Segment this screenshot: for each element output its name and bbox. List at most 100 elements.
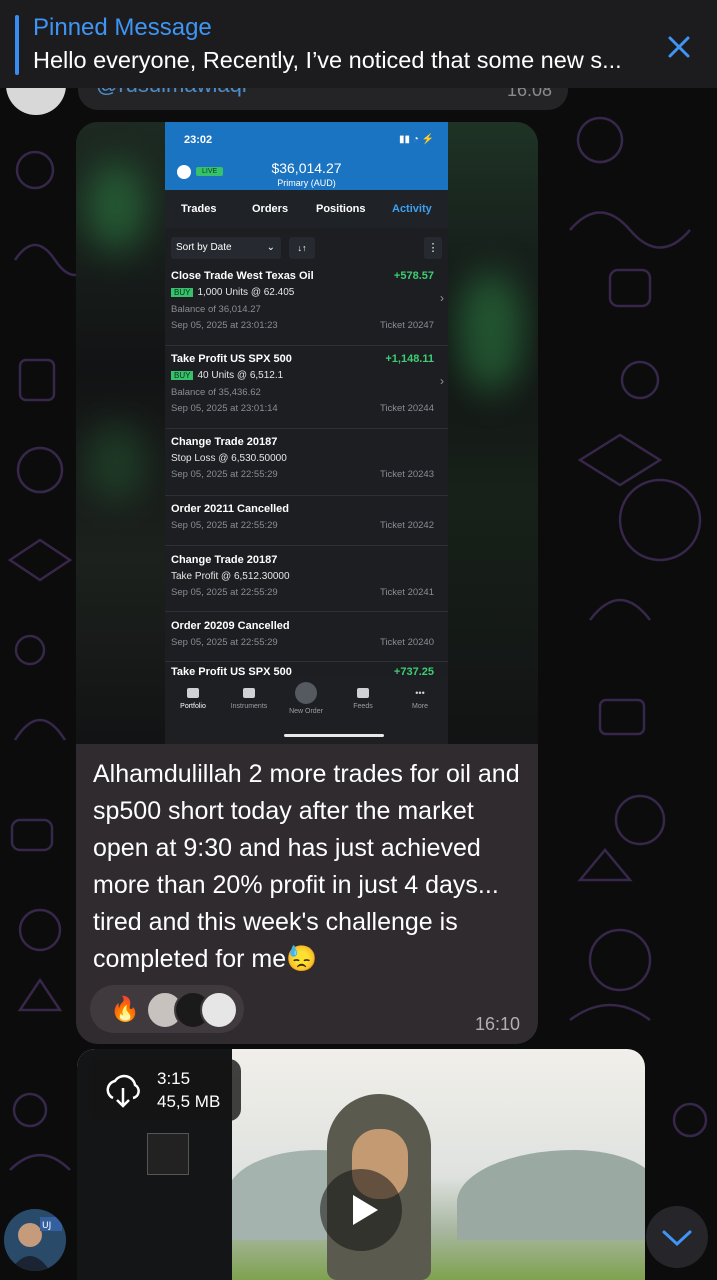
activity-ticket: Ticket 20242: [379, 520, 434, 531]
nav-label: New Order: [289, 708, 323, 715]
avatar-image: UJ: [4, 1209, 66, 1271]
activity-date: Sep 05, 2025 at 22:55:29: [171, 469, 278, 480]
activity-date: Sep 05, 2025 at 23:01:14: [171, 403, 278, 414]
new-order-icon: [295, 682, 317, 704]
activity-ticket: Ticket 20243: [379, 469, 434, 480]
activity-date: Sep 05, 2025 at 22:55:29: [171, 587, 278, 598]
activity-title: Take Profit US SPX 500: [171, 666, 292, 678]
activity-date: Sep 05, 2025 at 22:55:29: [171, 637, 278, 648]
pinned-title: Pinned Message: [33, 14, 212, 41]
more-dots-icon: •••: [415, 688, 425, 698]
nav-portfolio: Portfolio: [165, 688, 221, 710]
nav-more: ••• More: [392, 688, 448, 710]
status-time: 23:02: [184, 134, 213, 146]
app-tabs: Trades Orders Positions Activity: [165, 190, 448, 228]
activity-title: Order 20209 Cancelled: [171, 620, 290, 632]
activity-balance: Balance of 36,014.27: [171, 304, 261, 315]
activity-balance: Balance of 35,436.62: [171, 387, 261, 398]
play-button[interactable]: [320, 1169, 402, 1251]
blurred-edge-right: [448, 122, 538, 744]
pinned-message-bar[interactable]: Pinned Message Hello everyone, Recently,…: [0, 0, 717, 88]
activity-amount: +578.57: [393, 270, 434, 282]
list-item: Change Trade 20187 Stop Loss @ 6,530.500…: [165, 429, 448, 496]
list-item: Take Profit US SPX 500 +1,148.11 BUY 40 U…: [165, 346, 448, 429]
activity-title: Take Profit US SPX 500: [171, 353, 292, 365]
activity-title: Change Trade 20187: [171, 554, 278, 566]
nav-label: Portfolio: [180, 703, 206, 710]
activity-title: Change Trade 20187: [171, 436, 278, 448]
blur-glow: [86, 162, 146, 252]
sort-dropdown: Sort by Date ⌄: [171, 237, 281, 259]
sort-row: Sort by Date ⌄ ↓↑ ⋮: [165, 237, 448, 261]
nav-feeds: Feeds: [335, 688, 391, 710]
message-time: 16:10: [474, 1014, 520, 1034]
feeds-icon: [357, 688, 369, 698]
tab-trades: Trades: [181, 203, 217, 215]
pinned-accent-bar: [15, 15, 19, 75]
video-thumbnail: [147, 1133, 189, 1175]
buy-badge: BUY: [171, 288, 194, 297]
avatar[interactable]: UJ: [4, 1209, 66, 1271]
scroll-down-button[interactable]: [646, 1206, 708, 1268]
activity-amount: +737.25: [393, 666, 434, 678]
activity-detail: Stop Loss @ 6,530.50000: [171, 453, 287, 464]
trading-app: 23:02 ▮▮ ◔ ⚡ LIVE $36,014.27 Primary (AU…: [165, 122, 448, 744]
nav-label: More: [412, 703, 428, 710]
nav-label: Feeds: [353, 703, 373, 710]
home-indicator: [284, 734, 384, 737]
close-icon[interactable]: [662, 30, 696, 64]
instruments-icon: [243, 688, 255, 698]
list-item: Order 20211 Cancelled Sep 05, 2025 at 22…: [165, 496, 448, 546]
message-bubble[interactable]: 23:02 ▮▮ ◔ ⚡ LIVE $36,014.27 Primary (AU…: [76, 122, 538, 1044]
activity-ticket: Ticket 20244: [379, 403, 434, 414]
svg-text:UJ: UJ: [42, 1221, 51, 1231]
account-balance: $36,014.27: [271, 160, 342, 176]
list-item: Close Trade West Texas Oil +578.57 BUY 1,…: [165, 263, 448, 346]
blur-glow: [456, 272, 526, 392]
cloud-download-icon[interactable]: [101, 1068, 145, 1112]
sort-label: Sort by Date: [176, 242, 232, 253]
activity-ticket: Ticket 20247: [379, 320, 434, 331]
sort-direction: ↓↑: [289, 237, 315, 259]
screenshot-image[interactable]: 23:02 ▮▮ ◔ ⚡ LIVE $36,014.27 Primary (AU…: [76, 122, 538, 744]
activity-detail: 40 Units @ 6,512.1: [197, 370, 284, 381]
chevron-down-icon: ⌄: [266, 242, 275, 253]
activity-ticket: Ticket 20241: [379, 587, 434, 598]
message-text: Alhamdulillah 2 more trades for oil and …: [93, 760, 520, 973]
fire-reaction[interactable]: 🔥: [110, 995, 140, 1024]
video-duration: 3:15: [157, 1069, 191, 1088]
list-item: Change Trade 20187 Take Profit @ 6,512.3…: [165, 546, 448, 612]
chevron-right-icon: ›: [440, 374, 444, 388]
pinned-text: Hello everyone, Recently, I’ve noticed t…: [33, 47, 622, 73]
reactor-avatar: [200, 991, 238, 1029]
video-mountain: [457, 1150, 645, 1240]
buy-badge: BUY: [171, 371, 194, 380]
activity-ticket: Ticket 20240: [379, 637, 434, 648]
tab-activity: Activity: [392, 203, 432, 215]
nav-instruments: Instruments: [221, 688, 277, 710]
activity-detail: Take Profit @ 6,512.30000: [171, 571, 290, 582]
nav-label: Instruments: [230, 703, 268, 710]
blur-glow: [86, 422, 146, 502]
app-header: 23:02 ▮▮ ◔ ⚡ LIVE $36,014.27 Primary (AU…: [165, 122, 448, 190]
chevron-right-icon: ›: [440, 291, 444, 305]
reactions-bar[interactable]: 🔥: [90, 985, 244, 1033]
activity-detail: 1,000 Units @ 62.405: [197, 287, 295, 298]
more-icon: ⋮: [424, 237, 442, 259]
activity-title: Close Trade West Texas Oil: [171, 270, 314, 282]
video-message[interactable]: 3:15 45,5 MB: [77, 1049, 645, 1280]
nav-new-order: New Order: [278, 708, 334, 715]
video-size: 45,5 MB: [157, 1092, 221, 1111]
briefcase-icon: [187, 688, 199, 698]
activity-amount: +1,148.11: [385, 353, 434, 365]
status-icons: ▮▮ ◔ ⚡: [398, 134, 434, 145]
chevron-down-icon[interactable]: [646, 1206, 708, 1268]
account-name: Primary (AUD): [277, 178, 336, 188]
download-badge[interactable]: 3:15 45,5 MB: [89, 1059, 241, 1121]
activity-date: Sep 05, 2025 at 23:01:23: [171, 320, 278, 331]
tab-positions: Positions: [316, 203, 366, 215]
activity-title: Order 20211 Cancelled: [171, 503, 290, 515]
tab-orders: Orders: [252, 203, 289, 215]
play-icon[interactable]: [320, 1169, 402, 1251]
activity-date: Sep 05, 2025 at 22:55:29: [171, 520, 278, 531]
